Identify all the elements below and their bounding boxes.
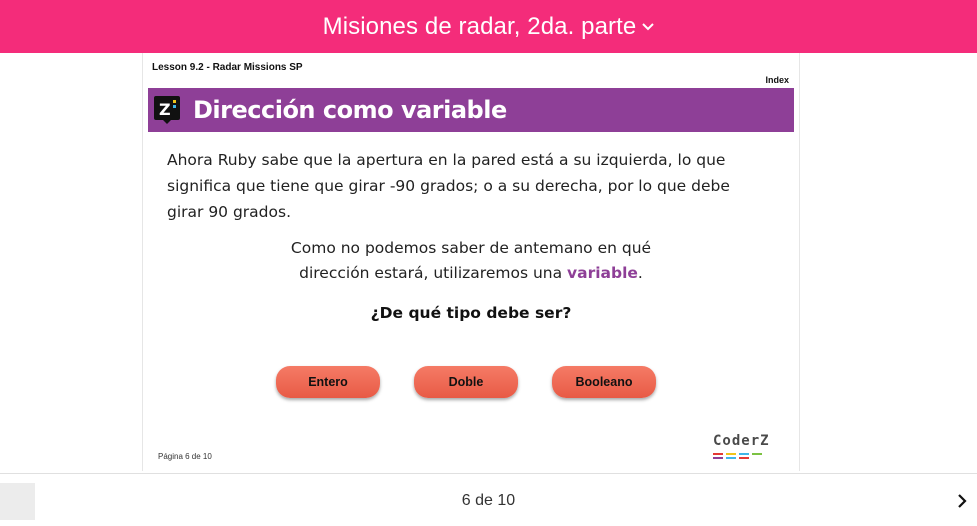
next-page-button[interactable]	[950, 490, 974, 514]
page-counter: 6 de 10	[461, 492, 516, 509]
variable-highlight: variable	[567, 264, 638, 282]
pager-bar: 6 de 10	[0, 473, 977, 526]
centered-line-1: Como no podemos saber de antemano en qué	[290, 239, 652, 257]
chevron-right-icon	[957, 493, 967, 511]
slide-frame: Lesson 9.2 - Radar Missions SP Index Z D…	[142, 53, 800, 471]
brand-wordmark: CoderZ	[713, 433, 770, 449]
index-link[interactable]: Index	[765, 75, 789, 85]
slide-heading: Dirección como variable	[193, 96, 507, 124]
answer-entero-button[interactable]: Entero	[276, 366, 380, 398]
chevron-down-icon[interactable]	[642, 22, 655, 31]
header-bar: Misiones de radar, 2da. parte	[0, 0, 977, 53]
centered-line-2-period: .	[637, 264, 643, 282]
paragraph-line: girar 90 grados.	[167, 203, 291, 221]
answer-doble-button[interactable]: Doble	[414, 366, 518, 398]
slide-paragraph: Ahora Ruby sabe que la apertura en la pa…	[167, 147, 777, 225]
svg-text:Z: Z	[159, 100, 171, 119]
answer-booleano-button[interactable]: Booleano	[552, 366, 656, 398]
coderz-brand-logo: CoderZ	[713, 433, 789, 467]
coderz-logo-icon: Z	[154, 96, 180, 124]
paragraph-line: significa que tiene que girar -90 grados…	[167, 177, 730, 195]
lesson-title[interactable]: Misiones de radar, 2da. parte	[323, 13, 637, 41]
centered-line-2-text: dirección estará, utilizaremos una	[299, 264, 568, 282]
lesson-label: Lesson 9.2 - Radar Missions SP	[152, 62, 303, 73]
question-text: ¿De qué tipo debe ser?	[370, 304, 572, 322]
paragraph-line: Ahora Ruby sabe que la apertura en la pa…	[167, 151, 726, 169]
slide-page-label: Página 6 de 10	[158, 452, 212, 461]
centered-line-2: dirección estará, utilizaremos una varia…	[143, 260, 799, 286]
slide-banner: Z Dirección como variable	[148, 88, 794, 132]
